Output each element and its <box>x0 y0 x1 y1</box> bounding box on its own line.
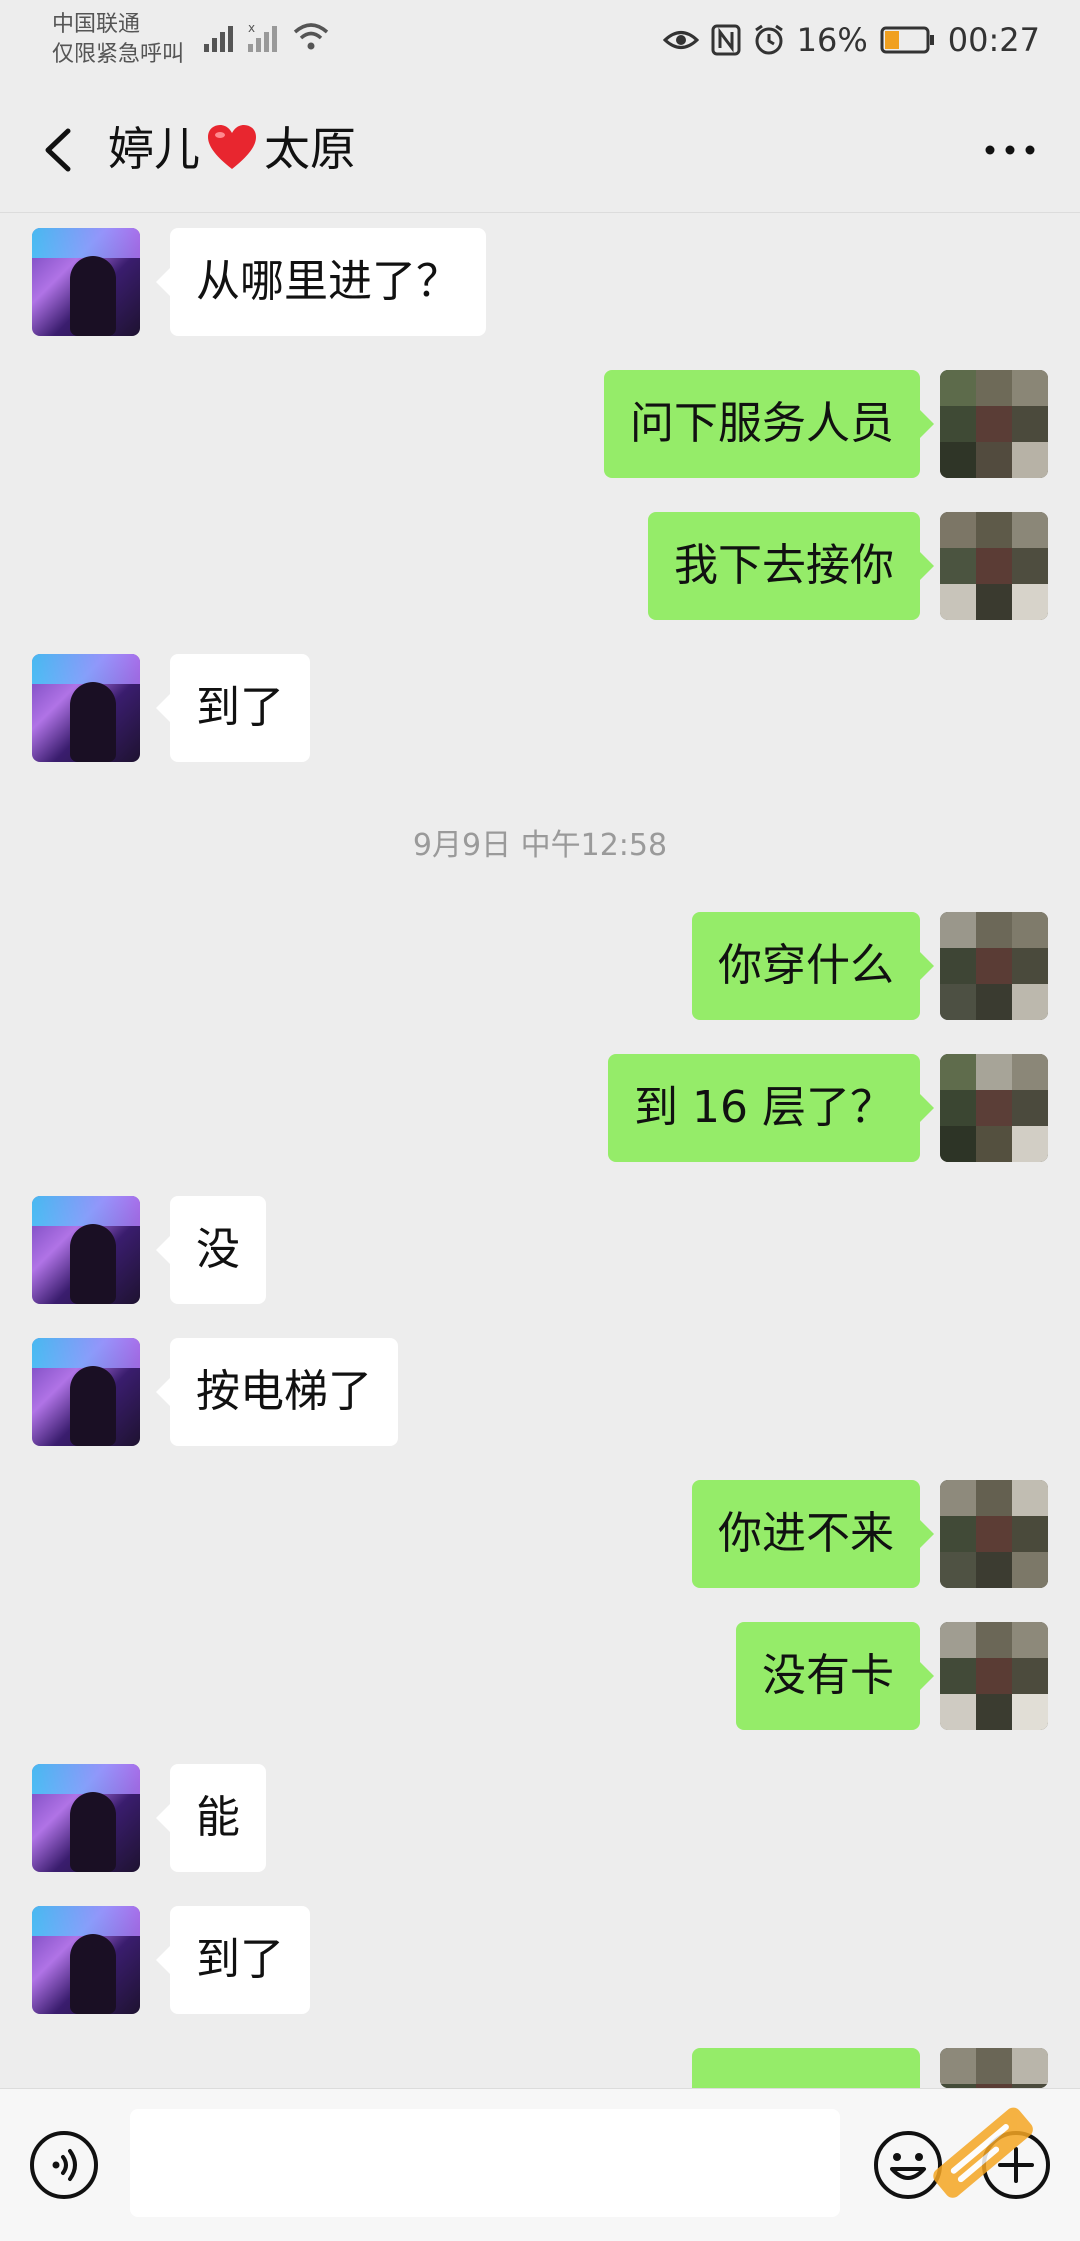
message-bubble-sent[interactable]: 你穿什么 <box>692 912 934 1020</box>
message-bubble-sent[interactable]: 问下服务人员 <box>604 370 934 478</box>
contact-avatar[interactable] <box>32 1906 140 2014</box>
contact-location: 太原 <box>264 122 356 176</box>
back-icon[interactable] <box>30 117 90 183</box>
svg-text:x: x <box>248 22 255 35</box>
message-bubble-sent[interactable]: 我下去接你 <box>648 512 934 620</box>
message-bubble-received[interactable]: 到了 <box>156 654 310 762</box>
my-avatar[interactable] <box>940 370 1048 478</box>
message-bubble-sent[interactable]: 没有卡 <box>736 1622 934 1730</box>
my-avatar[interactable] <box>940 512 1048 620</box>
carrier-text: 中国联通 仅限紧急呼叫 <box>52 10 184 70</box>
more-dots-icon[interactable] <box>980 125 1040 175</box>
contact-avatar[interactable] <box>32 228 140 336</box>
status-bar: 中国联通 仅限紧急呼叫 x 16% 00:27 <box>0 0 1080 80</box>
contact-name: 婷儿 <box>108 122 200 176</box>
red-heart-icon <box>208 125 256 169</box>
message-bubble-received[interactable]: 从哪里进了？ <box>156 228 486 336</box>
battery-icon <box>880 26 934 54</box>
watermark-logo <box>933 2107 1033 2198</box>
message-bubble-received[interactable]: 按电梯了 <box>156 1338 398 1446</box>
my-avatar[interactable] <box>940 1622 1048 1730</box>
contact-avatar[interactable] <box>32 1196 140 1304</box>
message-bubble-received[interactable]: 能 <box>156 1764 266 1872</box>
message-bubble-sent[interactable]: 到 16 层了？ <box>608 1054 934 1162</box>
my-avatar[interactable] <box>940 1054 1048 1162</box>
message-bubble-received[interactable]: 到了 <box>156 1906 310 2014</box>
wifi-icon <box>293 23 329 50</box>
message-bubble-sent[interactable]: 你进不来 <box>692 1480 934 1588</box>
my-avatar[interactable] <box>940 1480 1048 1588</box>
contact-avatar[interactable] <box>32 1764 140 1872</box>
contact-avatar[interactable] <box>32 654 140 762</box>
alarm-icon <box>754 24 783 55</box>
message-input[interactable] <box>130 2109 840 2217</box>
contact-avatar[interactable] <box>32 1338 140 1446</box>
battery-percent: 16% <box>796 21 868 59</box>
my-avatar[interactable] <box>940 912 1048 1020</box>
carrier-name: 中国联通 <box>52 12 141 37</box>
carrier-status: 仅限紧急呼叫 <box>52 42 185 67</box>
header-divider <box>0 212 1080 213</box>
eye-icon <box>662 31 699 49</box>
message-bubble-sent-partial[interactable] <box>692 2048 934 2116</box>
clock-time: 00:27 <box>947 21 1040 59</box>
chat-header: 婷儿 太原 <box>0 95 1080 215</box>
message-bubble-received[interactable]: 没 <box>156 1196 266 1304</box>
voice-icon[interactable] <box>28 2129 100 2201</box>
message-timestamp: 9月9日 中午12:58 <box>412 828 668 863</box>
nfc-icon <box>711 24 741 56</box>
chat-title: 婷儿 太原 <box>108 113 356 185</box>
signal-icon <box>204 26 233 52</box>
signal-2-icon: x <box>248 22 277 52</box>
